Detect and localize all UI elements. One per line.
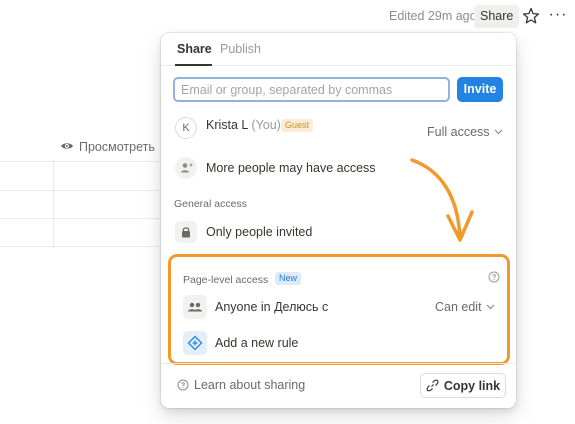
table-divider: [0, 190, 160, 191]
general-access-value: Only people invited: [206, 225, 313, 239]
preview-button[interactable]: Просмотреть: [60, 140, 155, 154]
share-tabs: Share Publish: [161, 33, 516, 66]
page-rule-row[interactable]: Anyone in Делюсь с Can edit: [182, 295, 502, 319]
general-access-row[interactable]: Only people invited: [173, 221, 503, 245]
new-badge: New: [275, 272, 302, 285]
page-level-heading: Page-level access: [183, 274, 269, 286]
chevron-down-icon: [494, 129, 502, 135]
member-you-label: (You): [251, 118, 281, 132]
more-people-row[interactable]: More people may have access: [173, 157, 503, 181]
learn-label: Learn about sharing: [194, 378, 306, 392]
learn-about-sharing-link[interactable]: Learn about sharing: [177, 378, 305, 392]
add-rule-button[interactable]: Add a new rule: [182, 331, 502, 355]
help-circle-icon[interactable]: [488, 271, 500, 283]
table-divider: [0, 161, 160, 162]
email-input[interactable]: [173, 77, 450, 102]
eye-icon: [60, 140, 74, 154]
guest-badge: Guest: [281, 119, 314, 132]
lock-icon: [175, 221, 197, 243]
preview-label: Просмотреть: [79, 140, 155, 154]
page-rule-access-dropdown[interactable]: Can edit: [435, 300, 495, 314]
footer-divider: [161, 363, 516, 364]
people-group-icon: [183, 295, 207, 319]
member-name: Krista L (You): [206, 118, 281, 132]
tab-share[interactable]: Share: [177, 42, 212, 56]
member-access-dropdown[interactable]: Full access: [427, 125, 503, 139]
avatar: K: [175, 117, 197, 139]
member-name-text: Krista L: [206, 118, 248, 132]
star-icon[interactable]: [521, 5, 541, 27]
page-rule-access-label: Can edit: [435, 300, 482, 314]
member-row: K Krista L (You) Guest Full access: [173, 117, 503, 143]
general-access-heading: General access: [174, 198, 247, 210]
page-rule-target: Anyone in Делюсь с: [215, 300, 329, 314]
add-rule-label: Add a new rule: [215, 336, 299, 350]
table-column-divider: [53, 161, 54, 247]
share-popover: Share Publish Invite K Krista L (You) Gu…: [161, 33, 516, 408]
topbar: Edited 29m ago Share ···: [0, 0, 575, 34]
share-button[interactable]: Share: [474, 5, 520, 28]
chevron-down-icon: [486, 304, 494, 310]
edited-timestamp: Edited 29m ago: [389, 9, 477, 23]
invite-button[interactable]: Invite: [457, 77, 503, 102]
table-divider: [0, 246, 160, 247]
add-rule-icon: [183, 331, 207, 355]
table-divider: [0, 218, 160, 219]
active-tab-indicator: [175, 64, 212, 66]
copy-link-button[interactable]: Copy link: [420, 373, 506, 398]
help-circle-icon: [177, 379, 189, 391]
member-access-label: Full access: [427, 125, 490, 139]
link-icon: [426, 379, 439, 392]
more-people-label: More people may have access: [206, 161, 376, 175]
page-level-access-section: Page-level access New Anyone in Делюсь с…: [168, 254, 510, 365]
more-horizontal-icon[interactable]: ···: [547, 5, 569, 27]
tab-publish[interactable]: Publish: [220, 42, 261, 56]
person-plus-icon: [175, 157, 197, 179]
copy-link-label: Copy link: [443, 378, 501, 393]
